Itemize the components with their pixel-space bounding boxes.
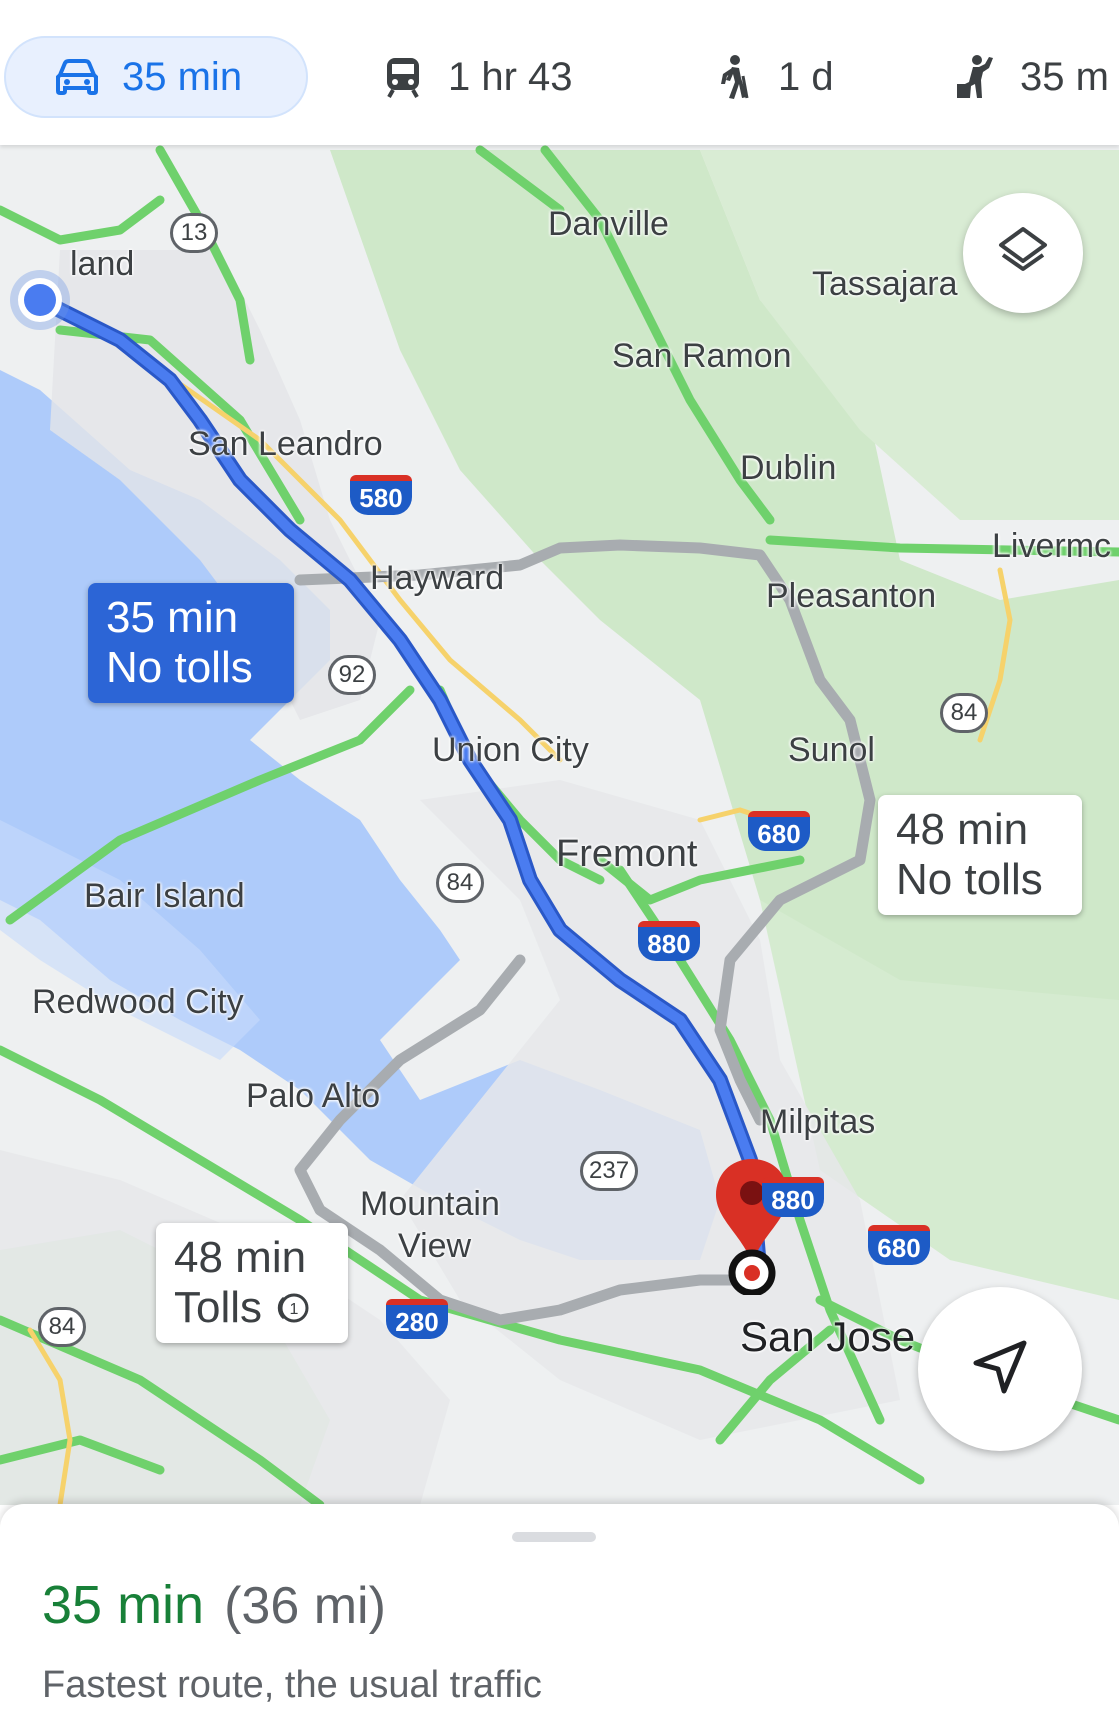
place-label-fremont: Fremont — [556, 833, 698, 875]
route-toll-info: No tolls — [106, 643, 253, 692]
walk-icon — [710, 54, 756, 100]
place-label-dublin: Dublin — [740, 449, 837, 487]
highway-shield-13: 13 — [170, 213, 218, 253]
route-eta: 35 min (36 mi) — [42, 1574, 386, 1636]
svg-text:1: 1 — [290, 1301, 299, 1318]
place-label-palo-alto: Palo Alto — [246, 1077, 381, 1115]
navigation-arrow-icon — [968, 1335, 1032, 1404]
mode-label: 1 hr 43 — [448, 54, 573, 99]
mode-label: 35 min — [122, 54, 243, 99]
place-label-milpitas: Milpitas — [760, 1103, 876, 1141]
place-label-redwood-city: Redwood City — [32, 983, 244, 1021]
place-label-oakland: land — [70, 245, 135, 283]
highway-shield-92: 92 — [328, 655, 376, 695]
highway-shield-680-north: 680 — [748, 811, 810, 851]
navigate-button[interactable] — [918, 1287, 1082, 1451]
map-view[interactable]: land Danville Tassajara San Ramon San Le… — [0, 145, 1119, 1505]
layers-icon — [995, 223, 1051, 284]
route-callout-alt-east[interactable]: 48 min No tolls — [878, 795, 1082, 915]
mode-tab-walk[interactable]: 1 d — [710, 36, 834, 118]
place-label-san-ramon: San Ramon — [612, 337, 792, 375]
route-summary-sheet[interactable]: 35 min (36 mi) Fastest route, the usual t… — [0, 1504, 1119, 1732]
mode-tab-drive[interactable]: 35 min — [4, 36, 308, 118]
travel-mode-bar: 35 min 1 hr 43 1 d 35 m — [0, 0, 1119, 145]
highway-shield-880-mid: 880 — [638, 921, 700, 961]
route-callout-alt-west[interactable]: 48 min Tolls 1 — [156, 1223, 348, 1343]
place-label-mountain-view: Mountain — [360, 1185, 500, 1223]
highway-shield-680-south: 680 — [868, 1225, 930, 1265]
place-label-union-city: Union City — [432, 731, 589, 769]
mode-label: 1 d — [778, 54, 834, 99]
place-label-mountain-view-2: View — [398, 1227, 472, 1265]
train-icon — [380, 54, 426, 100]
place-label-san-leandro: San Leandro — [188, 425, 383, 463]
route-time: 35 min — [106, 593, 239, 642]
highway-shield-580: 580 — [350, 475, 412, 515]
route-time: 48 min — [174, 1233, 307, 1282]
mode-tab-rideshare[interactable]: 35 m — [952, 36, 1109, 118]
route-callout-primary[interactable]: 35 min No tolls — [88, 583, 294, 703]
place-label-livermore: Livermc — [992, 527, 1112, 565]
place-label-sunol: Sunol — [788, 731, 875, 769]
highway-shield-280: 280 — [386, 1299, 448, 1339]
place-label-tassajara: Tassajara — [812, 265, 958, 303]
mode-label: 35 m — [1020, 54, 1109, 99]
layers-button[interactable] — [963, 193, 1083, 313]
highway-shield-84-east: 84 — [940, 693, 988, 733]
route-time: 48 min — [896, 805, 1029, 854]
route-description: Fastest route, the usual traffic — [42, 1664, 542, 1706]
place-label-bair-island: Bair Island — [84, 877, 245, 915]
route-toll-info: No tolls — [896, 855, 1043, 904]
toll-icon: 1 — [274, 1290, 310, 1326]
mode-tab-transit[interactable]: 1 hr 43 — [380, 36, 573, 118]
highway-shield-880-south: 880 — [762, 1177, 824, 1217]
destination-pin-icon[interactable] — [712, 1155, 792, 1297]
route-distance: (36 mi) — [224, 1577, 386, 1635]
place-label-hayward: Hayward — [370, 559, 505, 597]
route-duration: 35 min — [42, 1575, 205, 1635]
route-toll-info: Tolls — [174, 1283, 263, 1332]
rideshare-icon — [952, 54, 998, 100]
place-label-pleasanton: Pleasanton — [766, 577, 937, 615]
highway-shield-237: 237 — [580, 1151, 639, 1191]
place-label-danville: Danville — [548, 205, 669, 243]
highway-shield-84-mid: 84 — [436, 863, 484, 903]
drag-handle[interactable] — [512, 1532, 596, 1542]
highway-shield-84-west: 84 — [38, 1307, 86, 1347]
place-label-san-jose: San Jose — [740, 1313, 916, 1360]
car-icon — [54, 54, 100, 100]
